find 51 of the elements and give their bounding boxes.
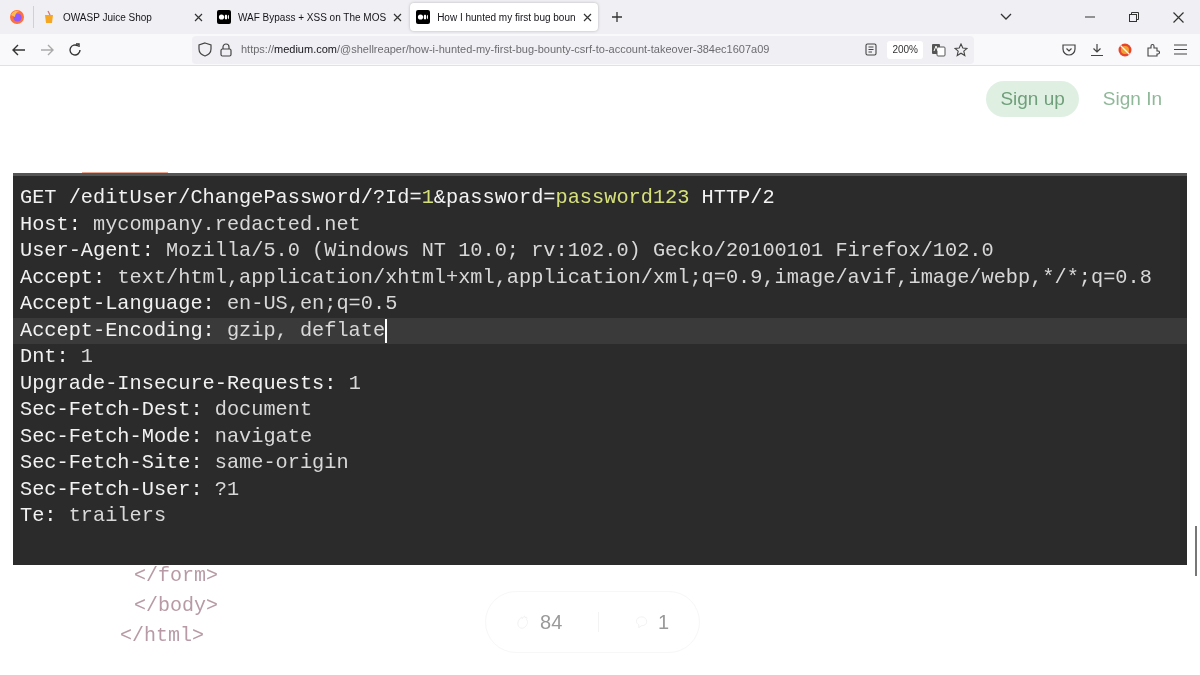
site-logo-icon (217, 10, 231, 24)
close-tab-icon[interactable] (194, 12, 203, 22)
clap-count: 84 (540, 610, 563, 635)
extension-badge-icon[interactable] (1118, 42, 1132, 57)
url-text[interactable]: https://medium.com/@shellreaper/how-i-hunted-my-first-bug-bounty-csrf-to-account-takeover-384ec1607a09 (241, 41, 770, 58)
address-bar[interactable]: https://medium.com/@shellreaper/how-i-hunted-my-first-bug-bounty-csrf-to-account-takeover-384ec1607a09 200% (192, 35, 974, 64)
bookmark-star-icon[interactable] (954, 42, 968, 57)
code-line: Sec-Fetch-Site: same-origin (20, 450, 349, 476)
menu-icon[interactable] (1174, 44, 1187, 55)
code-line: Accept-Language: en-US,en;q=0.5 (20, 291, 398, 317)
code-text: </form> (133, 563, 218, 589)
text-cursor (385, 318, 388, 343)
response-count: 1 (657, 610, 669, 635)
tab-title: How I hunted my first bug boun (437, 10, 576, 25)
code-line: Sec-Fetch-Mode: navigate (20, 423, 313, 450)
close-icon[interactable] (1172, 11, 1184, 23)
code-line: Sec-Fetch-User: ?1 (20, 476, 240, 503)
browser-tab[interactable]: WAF Bypass + XSS on The MOS (211, 3, 409, 31)
code-line: Accept-Encoding: gzip, deflate (20, 317, 386, 344)
juice-cup-icon (42, 10, 56, 24)
back-arrow-icon[interactable] (12, 43, 26, 56)
download-icon[interactable] (1090, 42, 1104, 57)
shield-icon[interactable] (198, 42, 212, 57)
reader-view-icon[interactable] (865, 43, 878, 56)
close-tab-icon[interactable] (582, 12, 592, 22)
code-line: Dnt: 1 (20, 344, 94, 370)
new-tab-icon[interactable] (610, 11, 623, 23)
tab-title: OWASP Juice Shop (63, 10, 153, 25)
code-line: User-Agent: Mozilla/5.0 (Windows NT 10.0; rv:102.0) Gecko/20100101 Firefox/102.0 (20, 238, 994, 264)
code-line: Upgrade-Insecure-Requests: 1 (20, 370, 361, 397)
browser-tab[interactable]: How I hunted my first bug boun (410, 3, 598, 31)
browser-logo-icon[interactable] (8, 9, 25, 25)
browser-tab[interactable]: OWASP Juice Shop (36, 3, 209, 31)
code-line: Host: mycompany.redacted.net (20, 211, 361, 238)
reload-icon[interactable] (68, 42, 82, 57)
code-text: </body> (133, 593, 218, 619)
pocket-icon[interactable] (1062, 43, 1076, 56)
code-line: Accept: text/html,application/xhtml+xml,application/xml;q=0.9,image/avif,image/webp,*/*;q=0.8 (20, 264, 1152, 291)
puzzle-piece-icon[interactable] (1146, 42, 1160, 57)
code-text: </html> (120, 623, 204, 649)
code-line: Sec-Fetch-Dest: document (20, 397, 313, 423)
tab-title: WAF Bypass + XSS on The MOS (238, 10, 387, 25)
site-logo-icon (416, 10, 431, 24)
zoom-level-button[interactable]: 200% (887, 40, 923, 59)
close-tab-icon[interactable] (393, 12, 403, 22)
chevron-down-icon[interactable] (1000, 13, 1012, 21)
translate-icon[interactable] (931, 42, 946, 57)
lock-icon[interactable] (220, 42, 232, 57)
code-line: Te: trailers (20, 503, 167, 529)
restore-icon[interactable] (1129, 12, 1139, 22)
code-line: GET /editUser/ChangePassword/?Id=1&password=password123 HTTP/2 (20, 185, 775, 211)
